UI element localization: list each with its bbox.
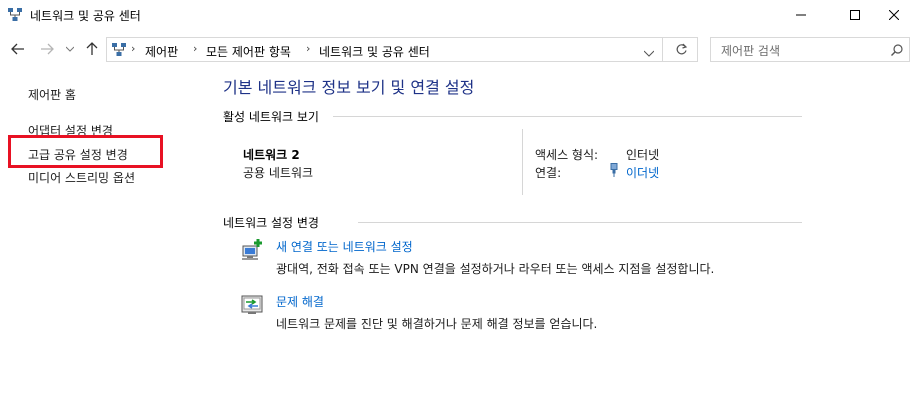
arrow-left-icon [11,43,24,55]
forward-button[interactable] [37,38,57,60]
search-icon[interactable] [891,44,903,59]
network-center-icon [111,42,127,58]
up-button[interactable] [84,38,100,60]
address-bar[interactable]: › 제어판 › 모든 제어판 항목 › 네트워크 및 공유 센터 [106,37,698,62]
access-type-label: 액세스 형식: [535,148,599,162]
chevron-down-icon [66,46,74,52]
breadcrumb-network-center[interactable]: 네트워크 및 공유 센터 [319,43,430,60]
section-divider [358,222,802,223]
change-settings-title: 네트워크 설정 변경 [223,216,319,230]
address-dropdown-button[interactable] [643,46,655,60]
title-bar: 네트워크 및 공유 센터 [0,0,917,30]
troubleshoot-description: 네트워크 문제를 진단 및 해결하거나 문제 해결 정보를 얻습니다. [276,317,598,331]
network-name: 네트워크 2 [243,148,300,162]
refresh-icon [676,43,688,55]
network-vertical-divider [522,129,523,195]
breadcrumb-separator: › [193,42,198,55]
troubleshoot-icon [240,293,264,317]
ethernet-icon [609,163,619,180]
setup-new-connection-description: 광대역, 전화 접속 또는 VPN 연결을 설정하거나 라우터 또는 액세스 지… [276,262,715,276]
highlight-annotation-box [8,135,163,168]
search-box[interactable]: 제어판 검색 [710,37,910,62]
section-divider [333,116,802,117]
troubleshoot-link[interactable]: 문제 해결 [276,293,324,310]
new-connection-icon [240,237,264,261]
control-panel-home-link[interactable]: 제어판 홈 [28,86,76,103]
minimize-button[interactable] [778,0,824,30]
media-streaming-options-link[interactable]: 미디어 스트리밍 옵션 [28,169,135,186]
chevron-down-icon [643,50,655,57]
breadcrumb-control-panel[interactable]: 제어판 [145,43,178,60]
search-input[interactable]: 제어판 검색 [721,42,780,59]
arrow-right-icon [41,43,54,55]
access-type-value: 인터넷 [626,148,660,162]
breadcrumb-separator: › [306,42,311,55]
connections-label: 연결: [535,166,562,180]
network-category: 공용 네트워크 [243,166,314,180]
close-button[interactable] [871,0,917,30]
page-title: 기본 네트워크 정보 보기 및 연결 설정 [223,78,475,97]
back-button[interactable] [8,38,28,60]
breadcrumb-all-items[interactable]: 모든 제어판 항목 [206,43,291,60]
arrow-up-icon [86,42,98,55]
setup-new-connection-link[interactable]: 새 연결 또는 네트워크 설정 [276,238,413,255]
recent-locations-button[interactable] [63,38,77,60]
active-networks-title: 활성 네트워크 보기 [223,110,319,124]
address-divider [662,38,663,61]
network-center-icon [7,7,23,23]
ethernet-connection-link[interactable]: 이더넷 [626,164,659,181]
window-title: 네트워크 및 공유 센터 [30,9,141,23]
refresh-button[interactable] [675,43,688,59]
breadcrumb-separator: › [131,42,136,55]
